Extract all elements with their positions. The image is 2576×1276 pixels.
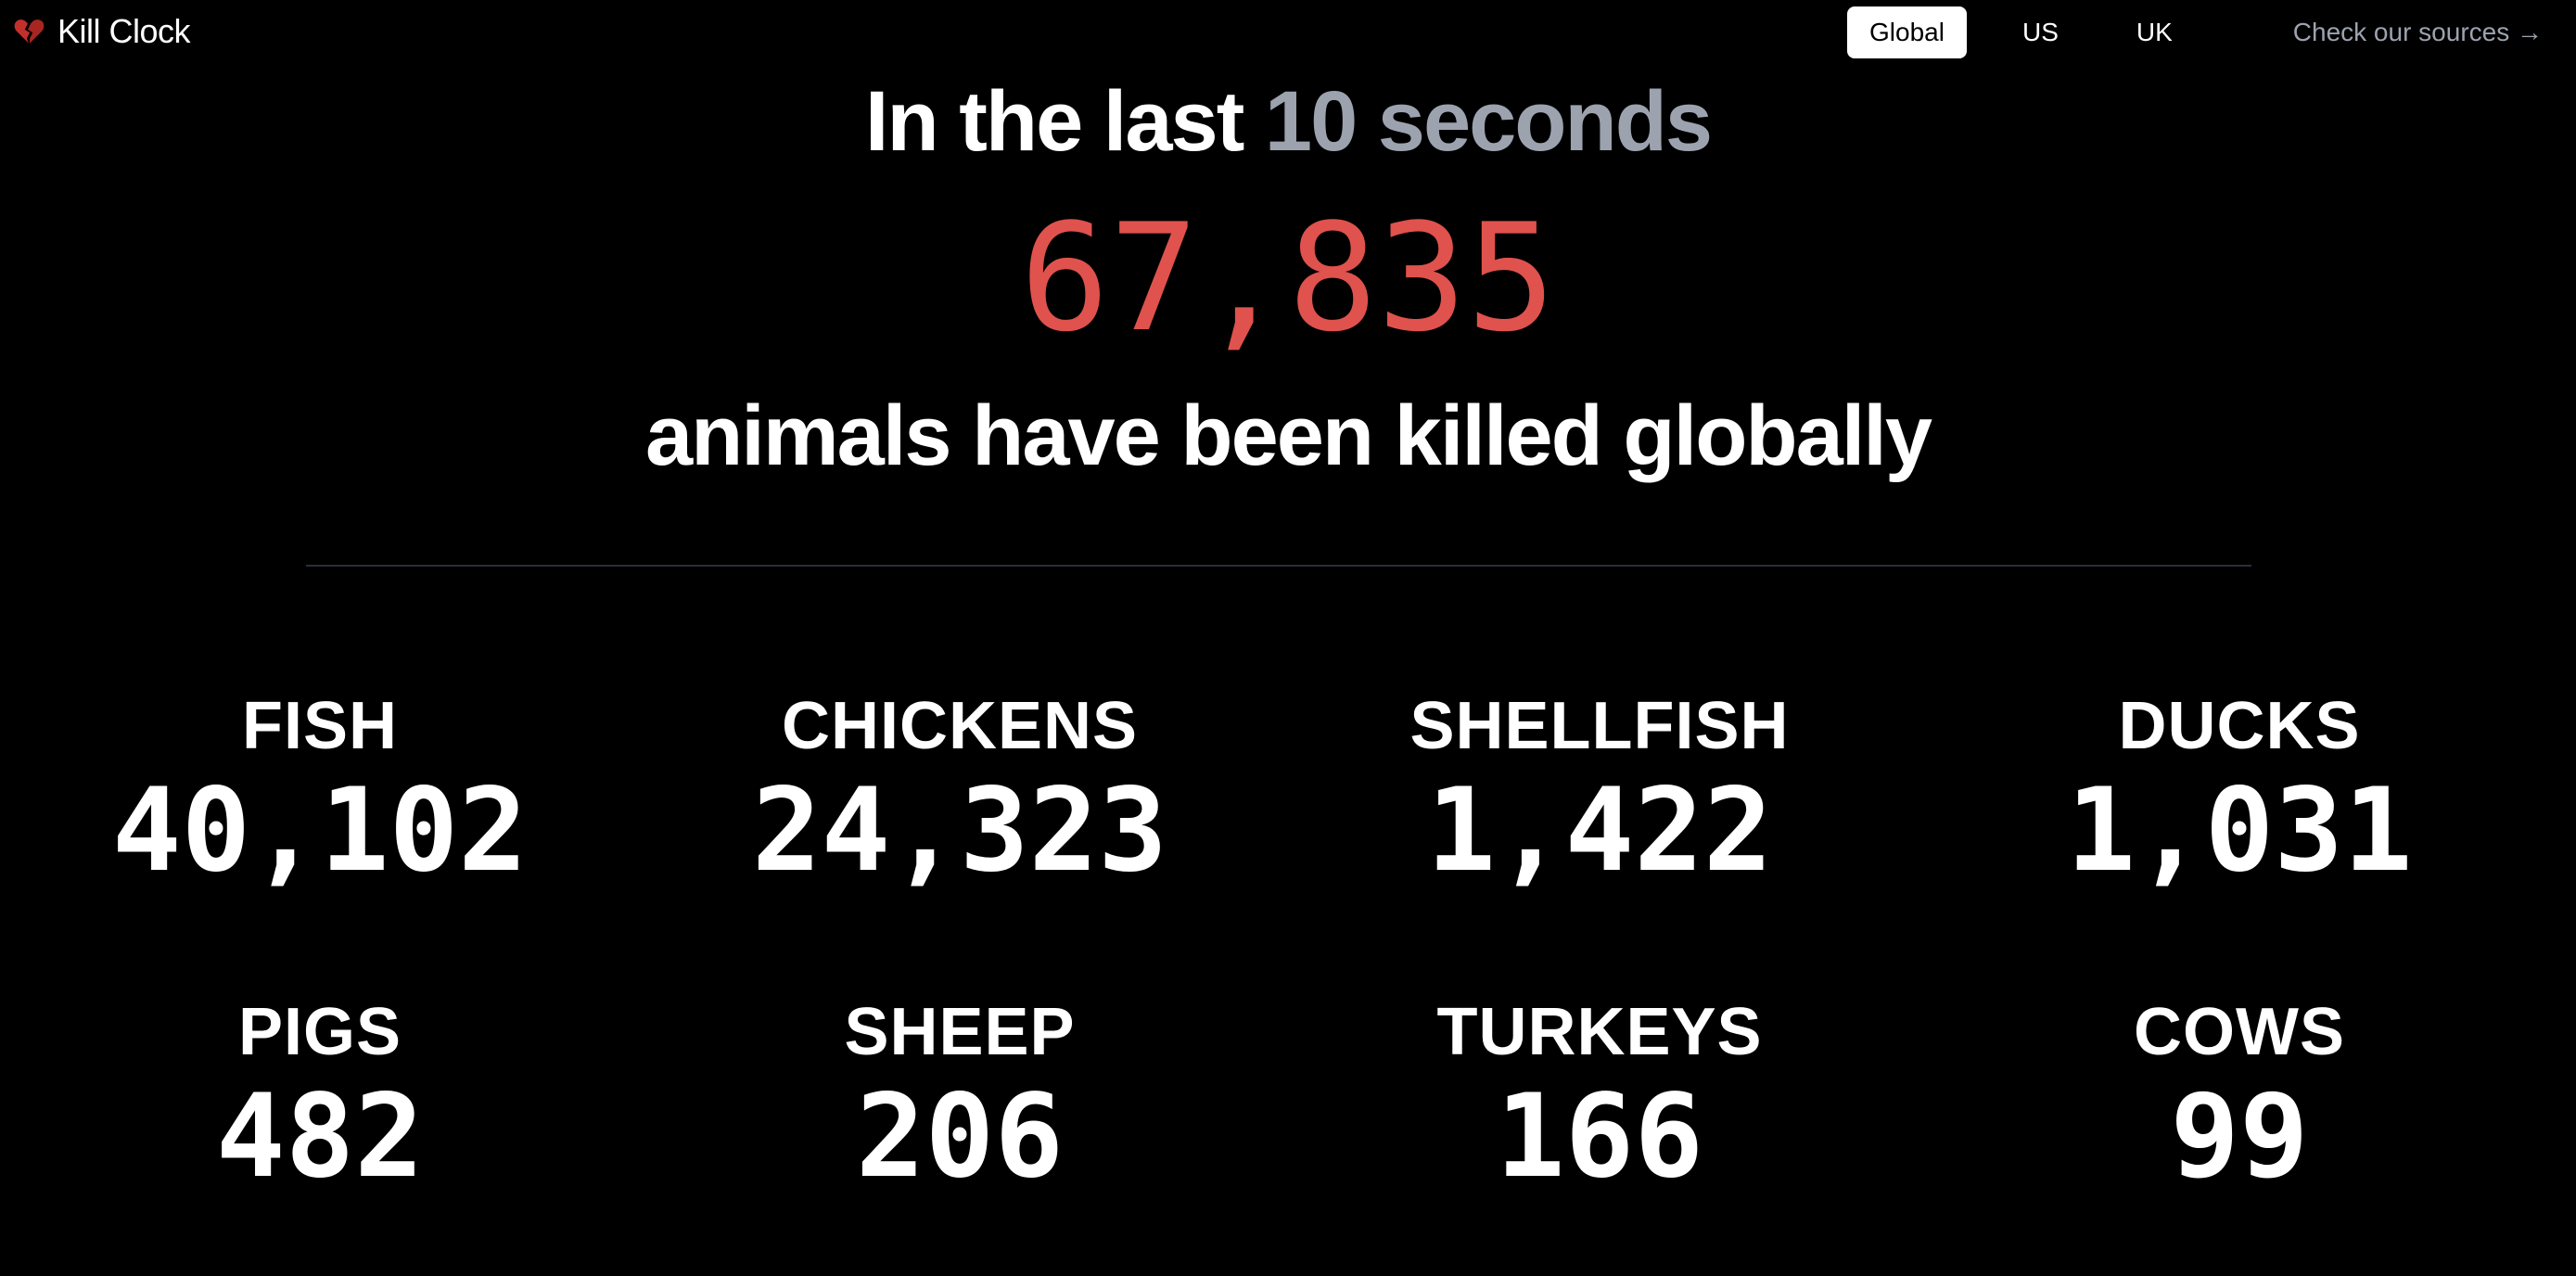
animal-count: 1,031 <box>2066 764 2413 898</box>
animal-label: PIGS <box>237 995 402 1069</box>
animal-stat-pigs: PIGS 482 <box>0 992 640 1276</box>
kill-clock-page: Kill Clock Global US UK Check our source… <box>0 0 2576 1276</box>
animal-grid: FISH 40,102 CHICKENS 24,323 SHELLFISH 1,… <box>0 686 2576 1276</box>
animal-count: 1,422 <box>1426 764 1773 898</box>
tab-global[interactable]: Global <box>1847 6 1967 58</box>
animal-stat-chickens: CHICKENS 24,323 <box>640 686 1280 992</box>
animal-label: SHEEP <box>844 995 1076 1069</box>
animal-stat-sheep: SHEEP 206 <box>640 992 1280 1276</box>
animal-label: FISH <box>241 689 398 763</box>
animal-count: 482 <box>216 1070 424 1204</box>
broken-heart-icon <box>14 19 45 44</box>
brand[interactable]: Kill Clock <box>13 9 191 54</box>
tab-uk[interactable]: UK <box>2114 6 2195 58</box>
animal-count: 40,102 <box>112 764 528 898</box>
total-count: 67,835 <box>1020 191 1556 364</box>
hero-subtitle: animals have been killed globally <box>644 389 1932 483</box>
animal-stat-ducks: DUCKS 1,031 <box>1919 686 2559 992</box>
region-nav: Global US UK Check our sources → <box>1847 6 2576 59</box>
animal-count: 166 <box>1496 1070 1703 1204</box>
divider <box>306 565 2251 567</box>
brand-name: Kill Clock <box>57 12 191 50</box>
animal-count: 206 <box>856 1070 1064 1204</box>
tab-us[interactable]: US <box>2000 6 2081 58</box>
animal-stat-fish: FISH 40,102 <box>0 686 640 992</box>
hero-prefix: In the last <box>864 74 1244 169</box>
animal-count: 24,323 <box>752 764 1167 898</box>
hero-heading: In the last 10 seconds <box>0 70 2576 172</box>
check-sources-link[interactable]: Check our sources → <box>2293 18 2543 47</box>
animal-stat-shellfish: SHELLFISH 1,422 <box>1280 686 1919 992</box>
animal-count: 99 <box>2170 1070 2309 1204</box>
animal-label: COWS <box>2134 995 2345 1069</box>
hero-period: 10 seconds <box>1264 74 1713 169</box>
animal-stat-cows: COWS 99 <box>1919 992 2559 1276</box>
animal-label: DUCKS <box>2118 689 2361 763</box>
animal-label: TURKEYS <box>1436 995 1763 1069</box>
animal-label: SHELLFISH <box>1409 689 1790 763</box>
animal-stat-turkeys: TURKEYS 166 <box>1280 992 1919 1276</box>
animal-label: CHICKENS <box>781 689 1139 763</box>
